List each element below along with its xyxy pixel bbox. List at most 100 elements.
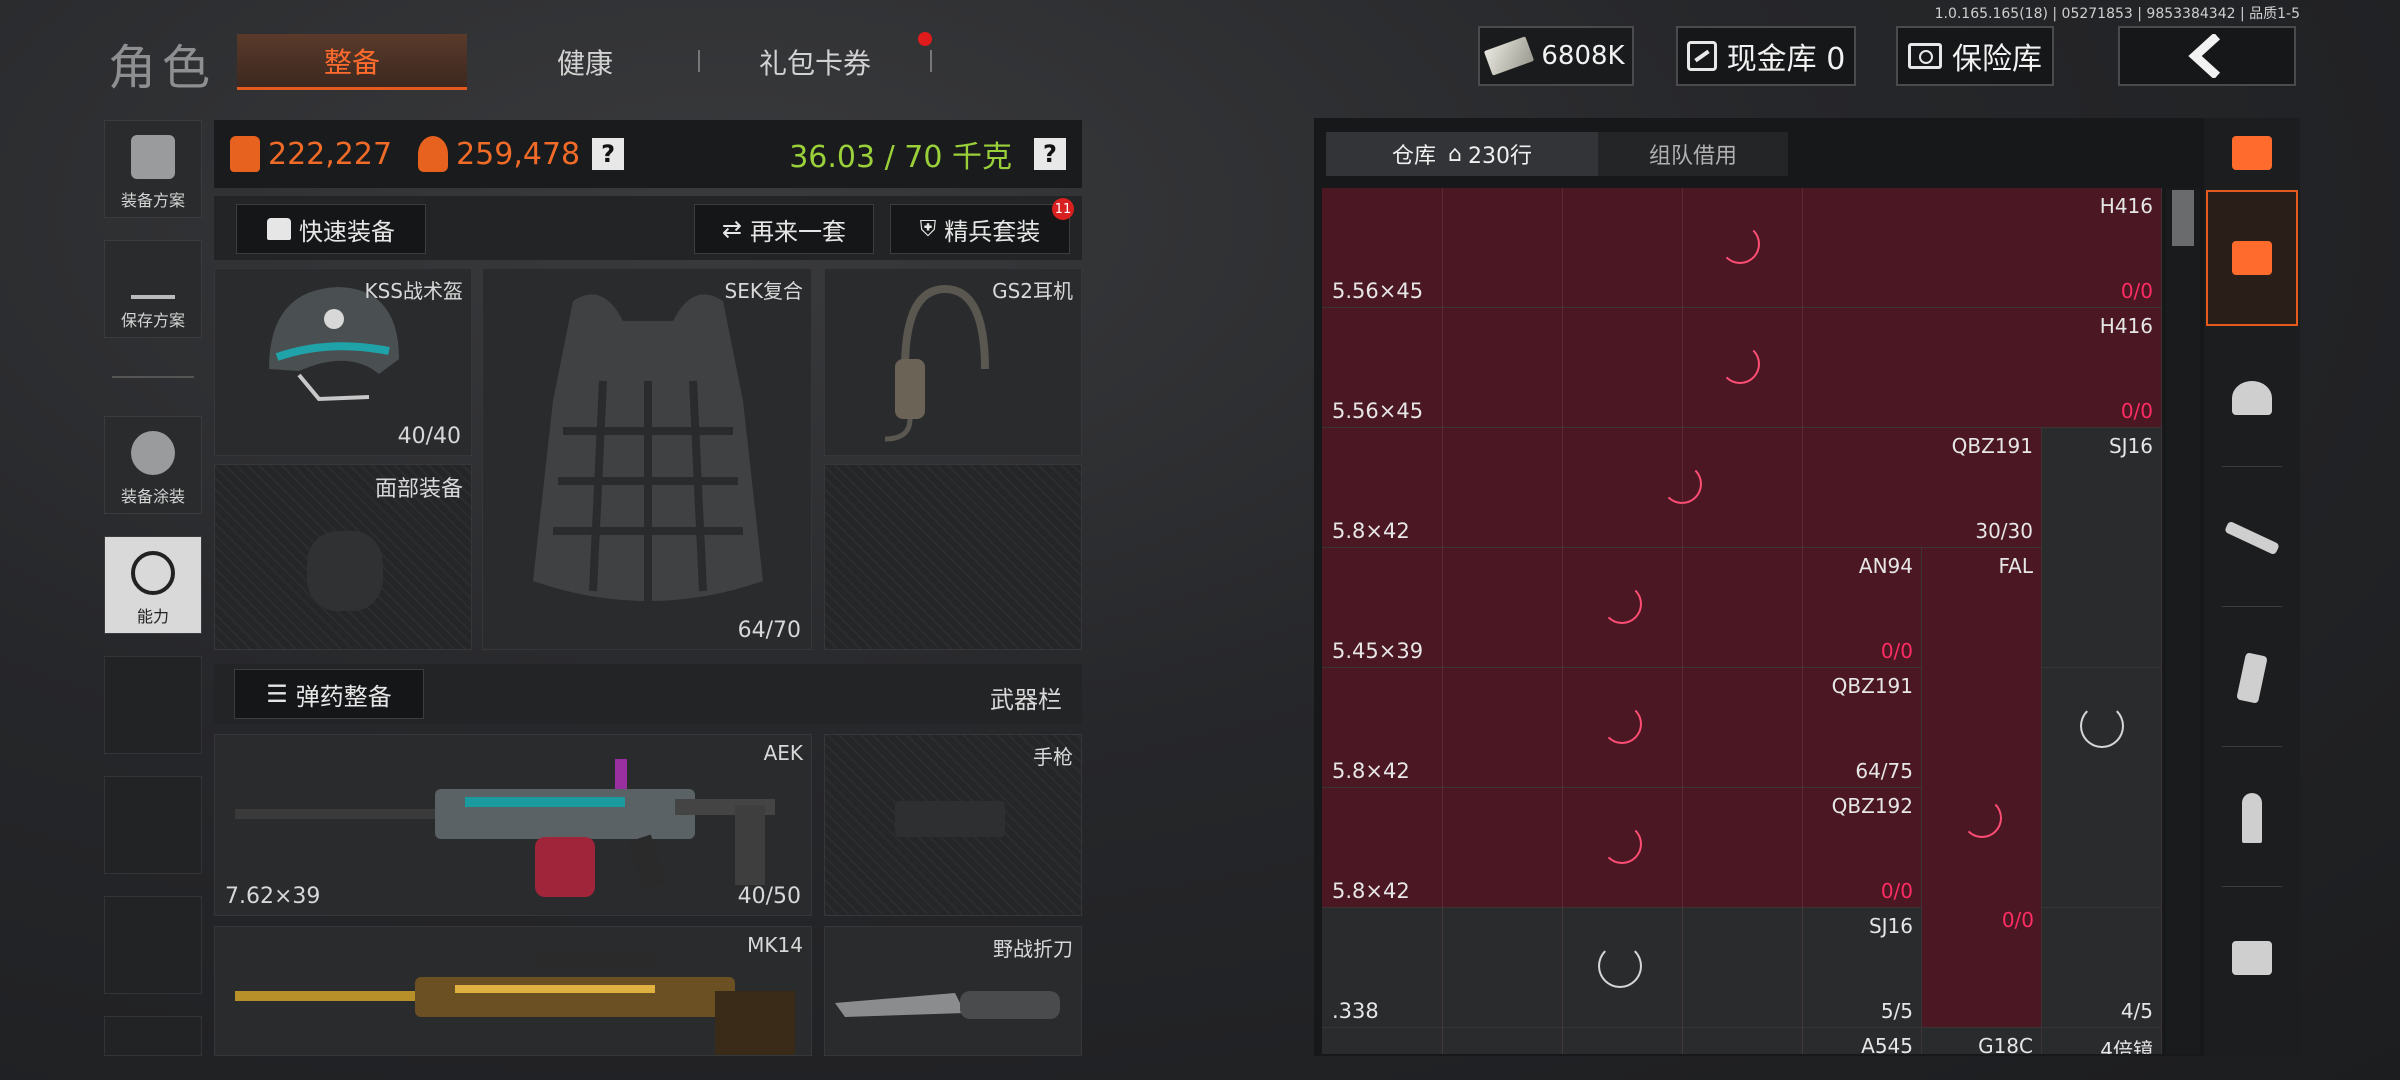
empty-slot (104, 776, 202, 874)
stash-tabs: 仓库 ⌂ 230行 组队借用 (1326, 132, 1788, 176)
category-magazine[interactable] (2206, 610, 2298, 746)
grid-line (1802, 188, 1803, 1054)
stash-item[interactable]: AN94 5.45×39 0/0 (1322, 548, 1922, 668)
tab-gift-pack[interactable]: 礼包卡券 (700, 34, 930, 90)
loading-spinner (1602, 704, 1642, 744)
face-slot[interactable]: 面部装备 (214, 464, 472, 650)
tab-health[interactable]: 健康 (470, 34, 700, 90)
item-name: FAL (1998, 554, 2034, 578)
back-button[interactable] (2118, 26, 2296, 86)
safe-box-label: 保险库 (1952, 42, 2042, 77)
primary-weapon-ammo: 40/50 (737, 884, 801, 909)
item-name: QBZ191 (1951, 434, 2033, 458)
mask-icon (307, 531, 383, 611)
total-value: 259,478 (456, 136, 581, 172)
knife-slot[interactable]: 野战折刀 (824, 926, 1082, 1056)
category-stack[interactable] (2206, 190, 2298, 326)
stats-bar: 222,227 259,478 ? 36.03 / 70 千克 ? (214, 120, 1082, 188)
grid-line (1682, 188, 1683, 1054)
scope-icon (2232, 941, 2272, 975)
stash-item[interactable]: 4倍镜 (2042, 1028, 2162, 1054)
stash-item[interactable]: QBZ192 5.8×42 0/0 (1322, 788, 1922, 908)
grid-line (1562, 188, 1563, 1054)
equipment-value: 222,227 (268, 136, 393, 172)
stash-item[interactable]: SJ16 .338 5/5 (1322, 908, 1922, 1028)
ammo-bar: ☰ 弹药整备 武器栏 (214, 664, 1082, 724)
category-helmet[interactable] (2206, 330, 2298, 466)
item-name: G18C (1978, 1034, 2033, 1054)
stash-item[interactable]: G18C (1922, 1028, 2042, 1054)
item-caliber: 5.45×39 (1332, 639, 1424, 663)
item-caliber: 5.56×45 (1332, 399, 1424, 423)
category-ammo[interactable] (2206, 750, 2298, 886)
item-name: H416 (2099, 194, 2153, 218)
item-count: 5/5 (1880, 999, 1913, 1023)
secondary-weapon-slot[interactable]: MK14 (214, 926, 812, 1056)
loading-spinner (1720, 224, 1760, 264)
stash-item[interactable]: H416 5.56×45 0/0 (1322, 308, 2162, 428)
item-count: 0/0 (1880, 879, 1913, 903)
knife-image (835, 991, 1060, 1019)
item-caliber: 5.8×42 (1332, 519, 1410, 543)
safe-box-button[interactable]: 保险库 (1896, 26, 2054, 86)
ammo-setup-label: 弹药整备 (295, 682, 392, 711)
helmet-slot[interactable]: KSS战术盔 40/40 (214, 268, 472, 456)
cash-vault-label: 现金库 0 (1726, 42, 1846, 77)
quick-actions-bar: 快速装备 ⇄ 再来一套 ⛨ 精兵套装 11 (214, 196, 1082, 260)
layers-icon (2232, 241, 2272, 275)
helmet-icon (131, 431, 175, 475)
loading-spinner (1602, 584, 1642, 624)
armor-durability: 64/70 (737, 618, 801, 643)
stash-item[interactable]: A545 (1322, 1028, 1922, 1054)
equipment-paint-label: 装备涂装 (120, 487, 185, 506)
item-name: H416 (2099, 314, 2153, 338)
save-plan-button[interactable]: 保存方案 (104, 240, 202, 338)
elite-set-button[interactable]: ⛨ 精兵套装 (890, 204, 1070, 254)
repeat-set-button[interactable]: ⇄ 再来一套 (694, 204, 874, 254)
item-caliber: 5.8×42 (1332, 759, 1410, 783)
value-help-button[interactable]: ? (592, 138, 625, 170)
item-caliber: 5.8×42 (1332, 879, 1410, 903)
ammo-setup-button[interactable]: ☰ 弹药整备 (234, 669, 424, 719)
stash-item[interactable]: SJ16 (2042, 428, 2162, 668)
primary-weapon-slot[interactable]: AEK 7.62×39 40/50 (214, 734, 812, 916)
stash-item[interactable]: 4/5 (2042, 908, 2162, 1028)
cash-vault-button[interactable]: 现金库 0 (1676, 26, 1856, 86)
ability-button[interactable]: 能力 (104, 536, 202, 634)
tab-team-borrow[interactable]: 组队借用 (1598, 132, 1788, 176)
warehouse-rows: 230行 (1467, 144, 1532, 169)
tab-warehouse[interactable]: 仓库 ⌂ 230行 (1326, 132, 1598, 176)
equipment-paint-button[interactable]: 装备涂装 (104, 416, 202, 514)
cash-icon (1484, 36, 1535, 76)
ammo-list-icon: ☰ (266, 680, 288, 708)
stash-item[interactable]: QBZ191 5.8×42 64/75 (1322, 668, 1922, 788)
item-name: SJ16 (2108, 434, 2153, 458)
category-attachment[interactable] (2206, 890, 2298, 1026)
knife-name: 野战折刀 (993, 937, 1073, 961)
refresh-icon: ⇄ (721, 215, 743, 243)
stash-scrollbar[interactable] (2166, 188, 2200, 1054)
backpack-icon (230, 136, 260, 172)
loading-spinner (1598, 944, 1642, 988)
pistol-slot[interactable]: 手枪 (824, 734, 1082, 916)
stash-item[interactable]: H416 5.56×45 0/0 (1322, 188, 2162, 308)
category-all[interactable] (2206, 118, 2298, 188)
equipment-plan-button[interactable]: 装备方案 (104, 120, 202, 218)
armor-slot[interactable]: SEK复合 64/70 (482, 268, 812, 650)
version-text: 1.0.165.165(18) | 05271853 | 9853384342 … (1934, 6, 2300, 22)
back-arrow-icon (2188, 34, 2221, 78)
rifle-icon (2224, 520, 2280, 556)
item-count: 4/5 (2120, 999, 2153, 1023)
empty-gear-slot[interactable] (824, 464, 1082, 650)
quick-equip-button[interactable]: 快速装备 (236, 204, 426, 254)
stash-empty-cell (2042, 668, 2162, 908)
scroll-thumb[interactable] (2172, 190, 2194, 246)
item-name: QBZ192 (1831, 794, 1913, 818)
tab-gear[interactable]: 整备 (237, 34, 467, 90)
armor-name: SEK复合 (724, 279, 803, 303)
weight-help-button[interactable]: ? (1034, 138, 1066, 170)
headset-slot[interactable]: GS2耳机 (824, 268, 1082, 456)
tab-separator (930, 50, 932, 72)
category-rifle[interactable] (2206, 470, 2298, 606)
money-amount: 6808K (1541, 41, 1625, 71)
